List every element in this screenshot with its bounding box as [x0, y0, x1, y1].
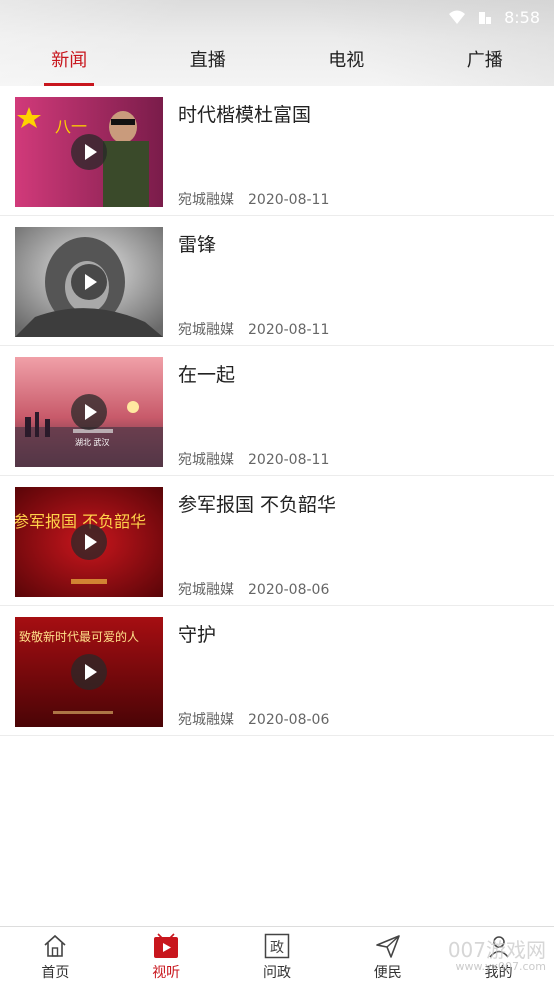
signal-icon: [479, 12, 492, 24]
play-icon[interactable]: [71, 524, 107, 560]
video-meta: 宛城融媒 2020-08-11: [178, 449, 329, 469]
video-thumbnail[interactable]: 致敬新时代最可爱的人: [15, 617, 163, 727]
nav-video-label: 视听: [152, 964, 181, 981]
video-title[interactable]: 在一起: [178, 360, 235, 387]
video-date: 2020-08-06: [248, 582, 330, 598]
video-source: 宛城融媒: [178, 192, 234, 208]
politics-icon: 政: [264, 933, 290, 958]
video-title[interactable]: 参军报国 不负韶华: [178, 490, 336, 517]
video-date: 2020-08-06: [248, 712, 330, 728]
video-thumbnail[interactable]: 参军报国 不负韶华: [15, 487, 163, 597]
video-date: 2020-08-11: [248, 452, 330, 468]
status-time: 8:58: [504, 7, 540, 27]
wifi-icon: [449, 10, 466, 24]
video-source: 宛城融媒: [178, 712, 234, 728]
nav-service-label: 便民: [373, 964, 402, 981]
video-icon: [154, 932, 179, 958]
top-tabs: 新闻 直播 电视 广播: [0, 44, 554, 86]
nav-video[interactable]: 视听: [111, 927, 222, 986]
tab-news[interactable]: 新闻: [0, 44, 139, 86]
video-thumbnail[interactable]: [15, 227, 163, 337]
video-source: 宛城融媒: [178, 452, 234, 468]
svg-text:湖北 武汉: 湖北 武汉: [75, 437, 110, 447]
nav-politics[interactable]: 政 问政: [222, 927, 333, 986]
tab-live[interactable]: 直播: [139, 44, 278, 86]
video-title[interactable]: 时代楷模杜富国: [178, 100, 311, 127]
play-icon[interactable]: [71, 134, 107, 170]
video-meta: 宛城融媒 2020-08-11: [178, 189, 329, 209]
svg-text:八一: 八一: [55, 117, 87, 136]
header: 8:58 新闻 直播 电视 广播: [0, 0, 554, 86]
video-date: 2020-08-11: [248, 322, 330, 338]
profile-icon: [488, 935, 509, 957]
video-meta: 宛城融媒 2020-08-11: [178, 319, 329, 339]
nav-profile[interactable]: 我的: [443, 927, 554, 986]
list-item[interactable]: 湖北 武汉 在一起 宛城融媒 2020-08-11: [0, 346, 554, 476]
tab-tv[interactable]: 电视: [277, 44, 416, 86]
video-source: 宛城融媒: [178, 582, 234, 598]
video-title[interactable]: 守护: [178, 620, 216, 647]
play-icon[interactable]: [71, 394, 107, 430]
nav-politics-label: 问政: [262, 964, 291, 981]
video-source: 宛城融媒: [178, 322, 234, 338]
video-list: 八一 时代楷模杜富国 宛城融媒 2020-08-11 雷锋 宛城融媒 2020-…: [0, 86, 554, 736]
list-item[interactable]: 雷锋 宛城融媒 2020-08-11: [0, 216, 554, 346]
home-icon: [44, 934, 66, 957]
nav-home-label: 首页: [41, 964, 70, 981]
video-date: 2020-08-11: [248, 192, 330, 208]
svg-text:致敬新时代最可爱的人: 致敬新时代最可爱的人: [19, 629, 139, 644]
video-thumbnail[interactable]: 湖北 武汉: [15, 357, 163, 467]
tab-radio[interactable]: 广播: [416, 44, 554, 86]
nav-home[interactable]: 首页: [0, 927, 111, 986]
video-meta: 宛城融媒 2020-08-06: [178, 709, 329, 729]
send-icon: [375, 934, 400, 958]
list-item[interactable]: 参军报国 不负韶华 参军报国 不负韶华 宛城融媒 2020-08-06: [0, 476, 554, 606]
nav-profile-label: 我的: [484, 964, 513, 981]
list-item[interactable]: 致敬新时代最可爱的人 守护 宛城融媒 2020-08-06: [0, 606, 554, 736]
bottom-nav: 首页 视听 政 问政 便民 我的: [0, 926, 554, 986]
svg-text:政: 政: [270, 940, 284, 956]
nav-service[interactable]: 便民: [332, 927, 443, 986]
video-thumbnail[interactable]: 八一: [15, 97, 163, 207]
play-icon[interactable]: [71, 264, 107, 300]
video-title[interactable]: 雷锋: [178, 230, 216, 257]
play-icon[interactable]: [71, 654, 107, 690]
video-meta: 宛城融媒 2020-08-06: [178, 579, 329, 599]
list-item[interactable]: 八一 时代楷模杜富国 宛城融媒 2020-08-11: [0, 86, 554, 216]
status-bar: 8:58: [0, 0, 554, 34]
